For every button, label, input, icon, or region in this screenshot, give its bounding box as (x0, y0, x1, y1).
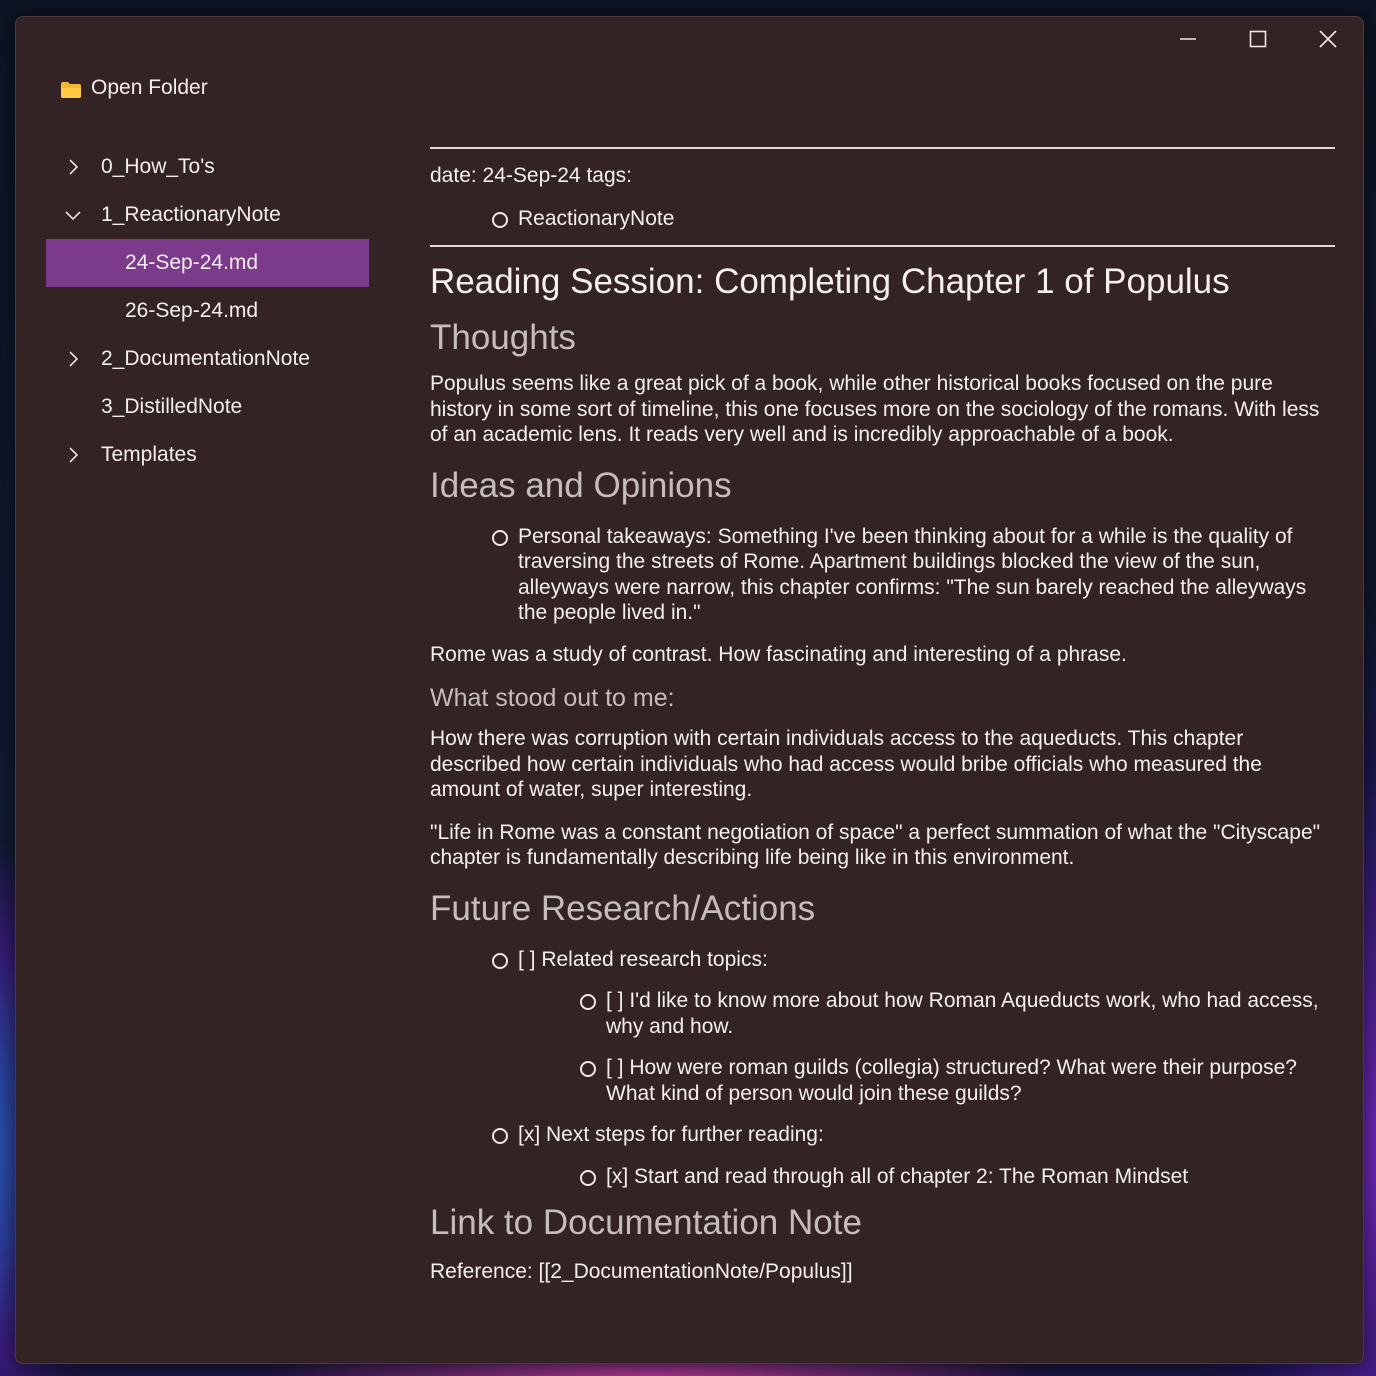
list-item-text: [x] Next steps for further reading: (518, 1123, 824, 1146)
maximize-icon (1249, 30, 1267, 48)
list-item-text: [ ] How were roman guilds (collegia) str… (606, 1056, 1297, 1105)
bullet-icon (580, 1169, 596, 1186)
heading-future: Future Research/Actions (430, 888, 816, 928)
heading-link: Link to Documentation Note (430, 1203, 862, 1242)
chevron-right-icon[interactable] (62, 348, 84, 370)
window-controls (1153, 17, 1363, 61)
list-item-text: Personal takeaways: Something I've been … (518, 524, 1307, 625)
list-item: Personal takeaways: Something I've been … (430, 524, 1335, 626)
list-item-text: [ ] I'd like to know more about how Roma… (606, 989, 1319, 1038)
tree-item-label: 26-Sep-24.md (125, 299, 259, 322)
file-tree: 0_How_To's 1_ReactionaryNote 24-Sep-24.m… (46, 143, 369, 479)
tree-item-label: Templates (101, 443, 197, 466)
bullet-icon (580, 994, 596, 1010)
frontmatter-date: date: 24-Sep-24 tags: (430, 164, 632, 187)
tree-folder-documentationnote[interactable]: 2_DocumentationNote (46, 335, 369, 383)
open-folder-label: Open Folder (91, 76, 208, 99)
close-button[interactable] (1293, 17, 1363, 61)
frontmatter-bottom-rule (430, 245, 1335, 247)
list-item: [ ] How were roman guilds (collegia) str… (430, 1055, 1335, 1106)
list-item: [x] Next steps for further reading: (430, 1122, 1335, 1148)
heading-stood-out: What stood out to me: (430, 684, 675, 712)
note-title: Reading Session: Completing Chapter 1 of… (430, 262, 1230, 301)
tree-item-label: 1_ReactionaryNote (101, 203, 281, 226)
bullet-icon (580, 1061, 596, 1077)
chevron-down-icon[interactable] (62, 204, 84, 226)
tree-item-label: 0_How_To's (101, 155, 215, 178)
list-item: [ ] Related research topics: (430, 947, 1335, 973)
tag-label: ReactionaryNote (518, 206, 675, 230)
markdown-preview: date: 24-Sep-24 tags: ReactionaryNote Re… (430, 147, 1335, 1285)
ideas-list: Personal takeaways: Something I've been … (430, 524, 1335, 626)
tree-folder-how-tos[interactable]: 0_How_To's (46, 143, 369, 191)
close-icon (1319, 30, 1337, 48)
contrast-paragraph: Rome was a study of contrast. How fascin… (430, 642, 1127, 666)
tree-folder-reactionarynote[interactable]: 1_ReactionaryNote (46, 191, 369, 239)
tree-file-24-sep-24[interactable]: 24-Sep-24.md (46, 239, 369, 287)
tree-item-label: 2_DocumentationNote (101, 347, 310, 370)
list-item: [x] Start and read through all of chapte… (430, 1164, 1335, 1190)
bullet-icon (492, 952, 508, 969)
frontmatter-tags: ReactionaryNote (430, 206, 1335, 232)
thoughts-paragraph: Populus seems like a great pick of a boo… (430, 372, 1320, 446)
chevron-right-icon[interactable] (62, 444, 84, 466)
tree-item-label: 3_DistilledNote (101, 395, 243, 418)
tag-item: ReactionaryNote (430, 206, 1335, 232)
folder-icon (61, 82, 81, 98)
chevron-right-icon[interactable] (62, 156, 84, 178)
heading-thoughts: Thoughts (430, 318, 576, 357)
list-item-text: [x] Start and read through all of chapte… (606, 1164, 1189, 1188)
maximize-button[interactable] (1223, 17, 1293, 61)
bullet-icon (492, 211, 508, 228)
stood-out-paragraph-2: "Life in Rome was a constant negotiation… (430, 820, 1321, 870)
list-item: [ ] I'd like to know more about how Roma… (430, 988, 1335, 1039)
bullet-icon (492, 529, 508, 546)
file-explorer-sidebar: Open Folder 0_How_To's 1_ReactionaryNote… (16, 17, 386, 1363)
bullet-icon (492, 1128, 508, 1144)
app-window: Open Folder 0_How_To's 1_ReactionaryNote… (15, 16, 1364, 1364)
reference-link[interactable]: Reference: [[2_DocumentationNote/Populus… (430, 1259, 1335, 1285)
tree-folder-templates[interactable]: Templates (46, 431, 369, 479)
minimize-icon (1180, 38, 1196, 40)
open-folder-button[interactable]: Open Folder (60, 73, 208, 103)
tree-file-26-sep-24[interactable]: 26-Sep-24.md (46, 287, 369, 335)
stood-out-paragraph-1: How there was corruption with certain in… (430, 727, 1262, 801)
list-item-text: [ ] Related research topics: (518, 947, 768, 971)
future-list: [ ] Related research topics: [ ] I'd lik… (430, 947, 1335, 1190)
minimize-button[interactable] (1153, 17, 1223, 61)
heading-ideas: Ideas and Opinions (430, 465, 732, 505)
tree-folder-distillednote[interactable]: 3_DistilledNote (46, 383, 369, 431)
tree-item-label: 24-Sep-24.md (125, 251, 259, 274)
frontmatter-top-rule (430, 147, 1335, 149)
